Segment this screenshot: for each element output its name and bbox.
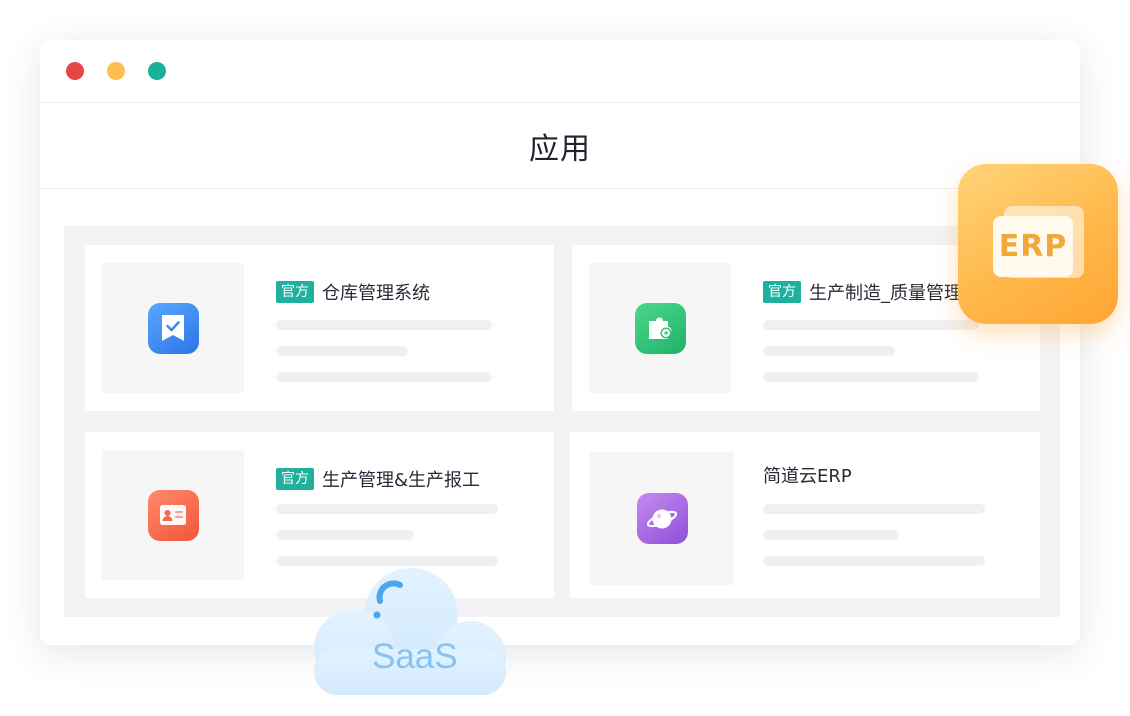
- app-thumbnail: [102, 450, 244, 580]
- placeholder-line: [276, 504, 498, 514]
- placeholder-line: [276, 320, 492, 330]
- card-name: 仓库管理系统: [322, 283, 430, 304]
- minimize-window-button[interactable]: [107, 62, 125, 80]
- erp-badge: ERP: [958, 164, 1118, 324]
- placeholder-line: [763, 320, 979, 330]
- cloud-icon: [314, 568, 506, 695]
- checklist-bookmark-icon: [147, 302, 199, 354]
- placeholder-line: [276, 346, 408, 356]
- app-grid: 官方 仓库管理系统 官方 生产制造_质量管理 官方 生产管理&生产报工 简道云E…: [64, 226, 1060, 617]
- placeholder-line: [276, 372, 492, 382]
- card-title-row: 官方 生产制造_质量管理: [763, 280, 962, 304]
- page-header: 应用: [40, 103, 1080, 189]
- card-name: 生产制造_质量管理: [809, 283, 962, 304]
- placeholder-line: [763, 346, 895, 356]
- card-title-row: 简道云ERP: [763, 463, 852, 487]
- card-name: 简道云ERP: [763, 466, 852, 487]
- app-thumbnail: [590, 452, 734, 585]
- app-thumbnail: [102, 263, 244, 393]
- erp-label: ERP: [998, 229, 1068, 264]
- app-window: 应用 官方 仓库管理系统 官方 生产制造_质量管理 官方 生产管理&生产报工 简…: [40, 40, 1080, 645]
- placeholder-line: [763, 504, 985, 514]
- app-card-jiandaoyun-erp[interactable]: 简道云ERP: [570, 432, 1040, 598]
- official-tag: 官方: [763, 281, 801, 303]
- app-thumbnail: [589, 263, 731, 393]
- placeholder-line: [276, 530, 414, 540]
- planet-icon: [636, 493, 688, 544]
- page-title: 应用: [529, 131, 591, 167]
- official-tag: 官方: [276, 281, 314, 303]
- puzzle-gear-icon: [634, 302, 686, 354]
- card-name: 生产管理&生产报工: [322, 470, 481, 491]
- saas-cloud: SaaS: [308, 565, 513, 705]
- card-title-row: 官方 生产管理&生产报工: [276, 467, 480, 491]
- placeholder-line: [763, 556, 985, 566]
- placeholder-line: [763, 372, 979, 382]
- placeholder-line: [763, 530, 899, 540]
- id-card-icon: [147, 489, 199, 541]
- card-title-row: 官方 仓库管理系统: [276, 280, 430, 304]
- close-window-button[interactable]: [66, 62, 84, 80]
- official-tag: 官方: [276, 468, 314, 490]
- app-card-warehouse[interactable]: 官方 仓库管理系统: [85, 245, 554, 411]
- saas-label: SaaS: [372, 637, 458, 676]
- maximize-window-button[interactable]: [148, 62, 166, 80]
- window-titlebar: [40, 40, 1080, 103]
- erp-card-front: ERP: [993, 216, 1073, 277]
